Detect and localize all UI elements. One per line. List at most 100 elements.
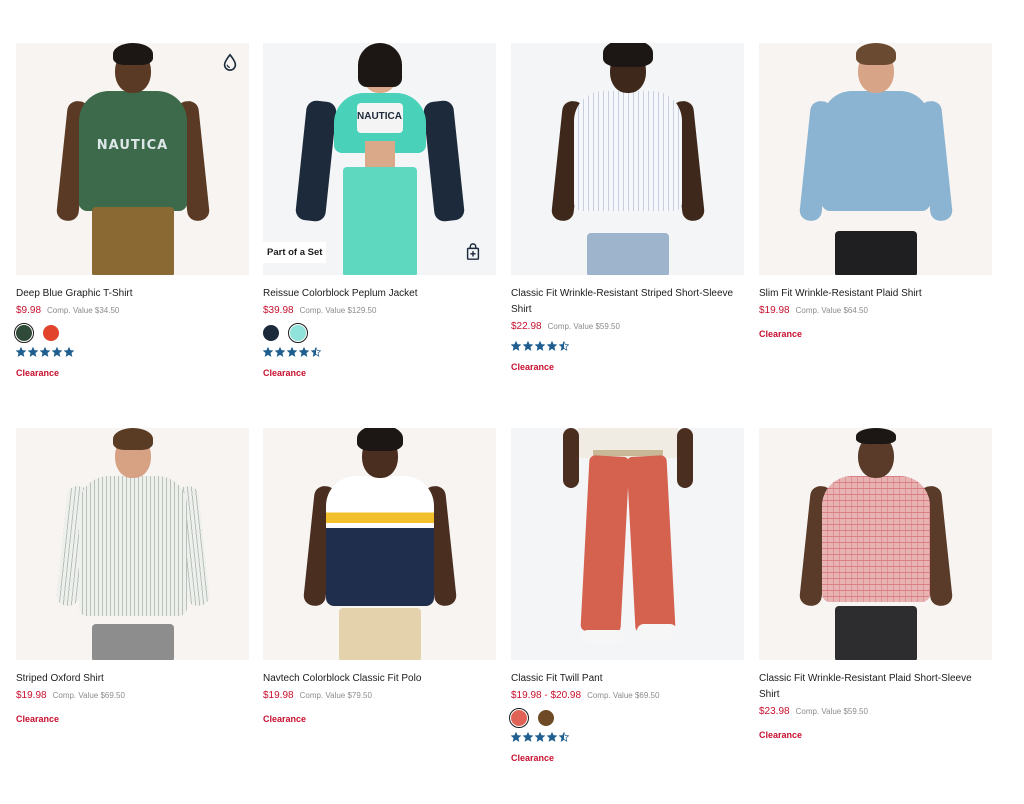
- clearance-badge: Clearance: [511, 362, 555, 372]
- clearance-badge: Clearance: [511, 753, 555, 763]
- product-image[interactable]: NAUTICA: [16, 43, 249, 275]
- price-row: $39.98 Comp. Value $129.50: [263, 303, 496, 319]
- part-of-set-label: Part of a Set: [263, 242, 327, 263]
- shirt-logo-text: NAUTICA: [357, 111, 402, 122]
- color-swatch[interactable]: [43, 325, 59, 341]
- clearance-badge: Clearance: [263, 368, 307, 378]
- product-card[interactable]: NAUTICA Part of a Set Reissue Colorblock…: [263, 43, 496, 379]
- color-swatch[interactable]: [538, 710, 554, 726]
- star-icon: [263, 347, 273, 357]
- color-swatch[interactable]: [263, 325, 279, 341]
- star-icon: [511, 341, 521, 351]
- product-title[interactable]: Deep Blue Graphic T-Shirt: [16, 286, 249, 302]
- clearance-badge: Clearance: [16, 368, 60, 378]
- star-icon: [559, 732, 569, 742]
- price-row: $9.98 Comp. Value $34.50: [16, 303, 249, 319]
- star-icon: [28, 347, 38, 357]
- shirt-logo-text: NAUTICA: [96, 138, 169, 153]
- comp-value: Comp. Value $64.50: [795, 306, 868, 315]
- price-row: $19.98 - $20.98 Comp. Value $69.50: [511, 688, 744, 704]
- product-price: $19.98: [16, 690, 47, 701]
- model-figure: [302, 428, 457, 660]
- color-swatches: [263, 323, 496, 343]
- product-card[interactable]: Classic Fit Wrinkle-Resistant Plaid Shor…: [759, 428, 992, 741]
- water-drop-icon[interactable]: [221, 53, 239, 71]
- star-icon: [52, 347, 62, 357]
- product-price: $9.98: [16, 305, 42, 316]
- product-price: $19.98: [759, 305, 790, 316]
- product-image[interactable]: [759, 43, 992, 275]
- product-price: $19.98: [263, 690, 294, 701]
- model-figure: [798, 43, 953, 275]
- product-title[interactable]: Reissue Colorblock Peplum Jacket: [263, 286, 496, 302]
- star-icon: [523, 732, 533, 742]
- comp-value: Comp. Value $129.50: [299, 306, 377, 315]
- price-row: $19.98 Comp. Value $69.50: [16, 688, 249, 704]
- comp-value: Comp. Value $69.50: [52, 691, 125, 700]
- comp-value: Comp. Value $59.50: [547, 322, 620, 331]
- product-card[interactable]: Slim Fit Wrinkle-Resistant Plaid Shirt $…: [759, 43, 992, 340]
- clearance-badge: Clearance: [759, 730, 803, 740]
- star-icon: [16, 347, 26, 357]
- model-figure: [550, 43, 705, 275]
- star-icon: [299, 347, 309, 357]
- model-figure: NAUTICA: [294, 43, 465, 275]
- product-image[interactable]: NAUTICA Part of a Set: [263, 43, 496, 275]
- product-title[interactable]: Classic Fit Wrinkle-Resistant Plaid Shor…: [759, 671, 992, 703]
- color-swatch[interactable]: [14, 323, 34, 343]
- product-card[interactable]: Classic Fit Wrinkle-Resistant Striped Sh…: [511, 43, 744, 373]
- star-icon: [547, 732, 557, 742]
- product-price: $19.98 - $20.98: [511, 690, 582, 701]
- clearance-badge: Clearance: [263, 714, 307, 724]
- price-row: $22.98 Comp. Value $59.50: [511, 319, 744, 335]
- star-icon: [64, 347, 74, 357]
- product-image[interactable]: [511, 428, 744, 660]
- star-icon: [511, 732, 521, 742]
- star-icon: [559, 341, 569, 351]
- comp-value: Comp. Value $79.50: [299, 691, 372, 700]
- model-figure: [562, 428, 693, 660]
- product-title[interactable]: Classic Fit Twill Pant: [511, 671, 744, 687]
- color-swatch[interactable]: [288, 323, 308, 343]
- star-icon: [535, 732, 545, 742]
- product-card[interactable]: Navtech Colorblock Classic Fit Polo $19.…: [263, 428, 496, 725]
- price-row: $19.98 Comp. Value $79.50: [263, 688, 496, 704]
- product-price: $22.98: [511, 321, 542, 332]
- comp-value: Comp. Value $59.50: [795, 707, 868, 716]
- rating-stars: [511, 340, 744, 352]
- rating-stars: [16, 346, 249, 358]
- model-figure: [798, 428, 953, 660]
- price-row: $19.98 Comp. Value $64.50: [759, 303, 992, 319]
- product-card[interactable]: NAUTICA Deep Blue Graphic T-Shirt $9.98 C…: [14, 43, 249, 379]
- product-image[interactable]: [511, 43, 744, 275]
- model-figure: [55, 428, 210, 660]
- product-price: $39.98: [263, 305, 294, 316]
- comp-value: Comp. Value $34.50: [47, 306, 120, 315]
- shopping-bag-plus-icon[interactable]: [464, 243, 482, 261]
- color-swatches: [509, 708, 744, 728]
- product-image[interactable]: [16, 428, 249, 660]
- product-card[interactable]: Striped Oxford Shirt $19.98 Comp. Value $…: [16, 428, 249, 725]
- product-title[interactable]: Navtech Colorblock Classic Fit Polo: [263, 671, 496, 687]
- star-icon: [311, 347, 321, 357]
- product-price: $23.98: [759, 706, 790, 717]
- clearance-badge: Clearance: [16, 714, 60, 724]
- model-figure: NAUTICA: [55, 43, 210, 275]
- price-row: $23.98 Comp. Value $59.50: [759, 704, 992, 720]
- rating-stars: [263, 346, 496, 358]
- product-title[interactable]: Classic Fit Wrinkle-Resistant Striped Sh…: [511, 286, 744, 318]
- color-swatch[interactable]: [509, 708, 529, 728]
- star-icon: [40, 347, 50, 357]
- star-icon: [275, 347, 285, 357]
- comp-value: Comp. Value $69.50: [587, 691, 660, 700]
- clearance-badge: Clearance: [759, 329, 803, 339]
- color-swatches: [14, 323, 249, 343]
- product-card[interactable]: Classic Fit Twill Pant $19.98 - $20.98 Co…: [509, 428, 744, 764]
- star-icon: [547, 341, 557, 351]
- star-icon: [287, 347, 297, 357]
- product-image[interactable]: [263, 428, 496, 660]
- product-image[interactable]: [759, 428, 992, 660]
- product-title[interactable]: Slim Fit Wrinkle-Resistant Plaid Shirt: [759, 286, 992, 302]
- product-title[interactable]: Striped Oxford Shirt: [16, 671, 249, 687]
- star-icon: [535, 341, 545, 351]
